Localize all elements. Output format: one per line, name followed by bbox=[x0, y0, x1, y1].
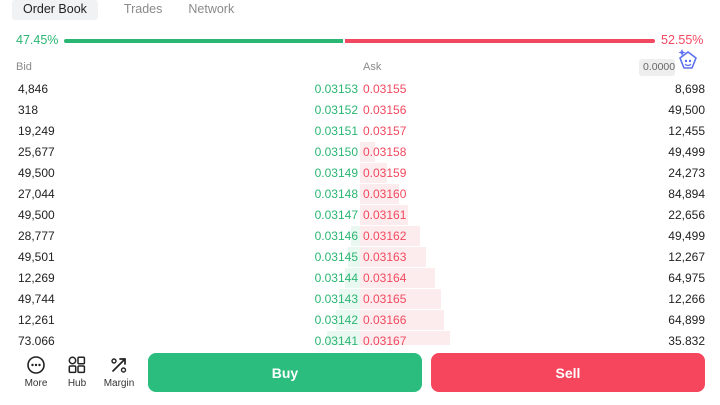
order-book-row[interactable]: 318 0.03152 0.03156 49,500 bbox=[0, 99, 720, 120]
order-book-row[interactable]: 49,501 0.03145 0.03163 12,267 bbox=[0, 246, 720, 267]
margin-percent-icon bbox=[111, 358, 127, 373]
tab-order-book[interactable]: Order Book bbox=[12, 0, 98, 20]
order-book-row[interactable]: 19,249 0.03151 0.03157 12,455 bbox=[0, 120, 720, 141]
bid-percentage: 47.45% bbox=[16, 33, 59, 47]
order-book-row[interactable]: 49,744 0.03143 0.03165 12,266 bbox=[0, 288, 720, 309]
ask-quantity: 49,499 bbox=[668, 145, 705, 159]
ask-column-header: Ask bbox=[363, 61, 382, 73]
bid-quantity: 12,269 bbox=[18, 271, 55, 285]
tab-trades[interactable]: Trades bbox=[124, 0, 162, 20]
ask-quantity: 8,698 bbox=[674, 82, 705, 96]
more-button[interactable]: More bbox=[17, 353, 55, 393]
more-dots-icon bbox=[27, 356, 45, 374]
tab-network[interactable]: Network bbox=[188, 0, 234, 20]
bid-price: 0.03142 bbox=[314, 313, 358, 327]
bid-price: 0.03144 bbox=[314, 271, 358, 285]
bid-ask-ratio: 47.45% 52.55% bbox=[0, 32, 720, 50]
bid-quantity: 27,044 bbox=[18, 187, 55, 201]
ask-ratio-bar bbox=[345, 39, 655, 43]
bid-price: 0.03146 bbox=[314, 229, 358, 243]
ask-price: 0.03157 bbox=[363, 124, 407, 138]
bottom-action-bar: More Hub Margin Buy Sell bbox=[0, 345, 720, 405]
ai-assistant-icon[interactable] bbox=[674, 46, 702, 74]
ask-price: 0.03166 bbox=[363, 313, 407, 327]
bid-quantity: 318 bbox=[18, 103, 39, 117]
ask-price: 0.03160 bbox=[363, 187, 407, 201]
ask-price: 0.03164 bbox=[363, 271, 407, 285]
ask-quantity: 64,975 bbox=[668, 271, 705, 285]
ask-price: 0.03158 bbox=[363, 145, 407, 159]
margin-label: Margin bbox=[103, 378, 135, 389]
order-book-row[interactable]: 4,846 0.03153 0.03155 8,698 bbox=[0, 78, 720, 99]
order-book-row[interactable]: 12,269 0.03144 0.03164 64,975 bbox=[0, 267, 720, 288]
bid-price: 0.03149 bbox=[314, 166, 358, 180]
hub-grid-icon bbox=[68, 356, 86, 374]
ask-quantity: 64,899 bbox=[668, 313, 705, 327]
hub-label: Hub bbox=[67, 378, 87, 389]
ask-quantity: 49,500 bbox=[668, 103, 705, 117]
bid-quantity: 49,501 bbox=[18, 250, 55, 264]
order-book-row[interactable]: 49,500 0.03149 0.03159 24,273 bbox=[0, 162, 720, 183]
ask-price: 0.03165 bbox=[363, 292, 407, 306]
ask-price: 0.03155 bbox=[363, 82, 407, 96]
ask-price: 0.03156 bbox=[363, 103, 407, 117]
order-book: 4,846 0.03153 0.03155 8,698 318 0.03152 0.0315… bbox=[0, 78, 720, 345]
bid-quantity: 73,066 bbox=[18, 334, 55, 345]
bid-column-header: Bid bbox=[16, 61, 32, 73]
sell-button[interactable]: Sell bbox=[431, 353, 705, 392]
bid-price: 0.03151 bbox=[314, 124, 358, 138]
bid-quantity: 19,249 bbox=[18, 124, 55, 138]
bid-price: 0.03152 bbox=[314, 103, 358, 117]
ask-price: 0.03163 bbox=[363, 250, 407, 264]
ask-price: 0.03159 bbox=[363, 166, 407, 180]
hub-button[interactable]: Hub bbox=[58, 353, 96, 393]
ask-quantity: 12,267 bbox=[668, 250, 705, 264]
bid-price: 0.03147 bbox=[314, 208, 358, 222]
order-book-row[interactable]: 28,777 0.03146 0.03162 49,499 bbox=[0, 225, 720, 246]
tab-bar: Order Book Trades Network bbox=[12, 0, 260, 20]
buy-button[interactable]: Buy bbox=[148, 353, 422, 392]
ask-quantity: 49,499 bbox=[668, 229, 705, 243]
ask-price: 0.03161 bbox=[363, 208, 407, 222]
ask-quantity: 22,656 bbox=[668, 208, 705, 222]
bid-quantity: 12,261 bbox=[18, 313, 55, 327]
more-label: More bbox=[24, 378, 48, 389]
ask-price: 0.03162 bbox=[363, 229, 407, 243]
ask-percentage: 52.55% bbox=[661, 33, 704, 47]
bid-quantity: 49,500 bbox=[18, 166, 55, 180]
order-book-row[interactable]: 12,261 0.03142 0.03166 64,899 bbox=[0, 309, 720, 330]
ask-price: 0.03167 bbox=[363, 334, 407, 345]
ask-quantity: 84,894 bbox=[668, 187, 705, 201]
bid-price: 0.03148 bbox=[314, 187, 358, 201]
bid-quantity: 25,677 bbox=[18, 145, 55, 159]
precision-selector[interactable]: 0.000001 bbox=[639, 59, 675, 76]
ask-quantity: 24,273 bbox=[668, 166, 705, 180]
bid-price: 0.03150 bbox=[314, 145, 358, 159]
ask-quantity: 12,455 bbox=[668, 124, 705, 138]
ask-quantity: 35,832 bbox=[668, 334, 705, 345]
bid-price: 0.03145 bbox=[314, 250, 358, 264]
order-book-row[interactable]: 27,044 0.03148 0.03160 84,894 bbox=[0, 183, 720, 204]
margin-button[interactable]: Margin bbox=[100, 353, 138, 393]
bid-quantity: 49,500 bbox=[18, 208, 55, 222]
bid-quantity: 28,777 bbox=[18, 229, 55, 243]
order-book-row[interactable]: 73,066 0.03141 0.03167 35,832 bbox=[0, 330, 720, 345]
order-book-row[interactable]: 25,677 0.03150 0.03158 49,499 bbox=[0, 141, 720, 162]
order-book-row[interactable]: 49,500 0.03147 0.03161 22,656 bbox=[0, 204, 720, 225]
bid-price: 0.03153 bbox=[314, 82, 358, 96]
bid-price: 0.03143 bbox=[314, 292, 358, 306]
ask-quantity: 12,266 bbox=[668, 292, 705, 306]
bid-price: 0.03141 bbox=[314, 334, 358, 345]
bid-quantity: 4,846 bbox=[18, 82, 49, 96]
bid-quantity: 49,744 bbox=[18, 292, 55, 306]
bid-ratio-bar bbox=[64, 39, 343, 43]
